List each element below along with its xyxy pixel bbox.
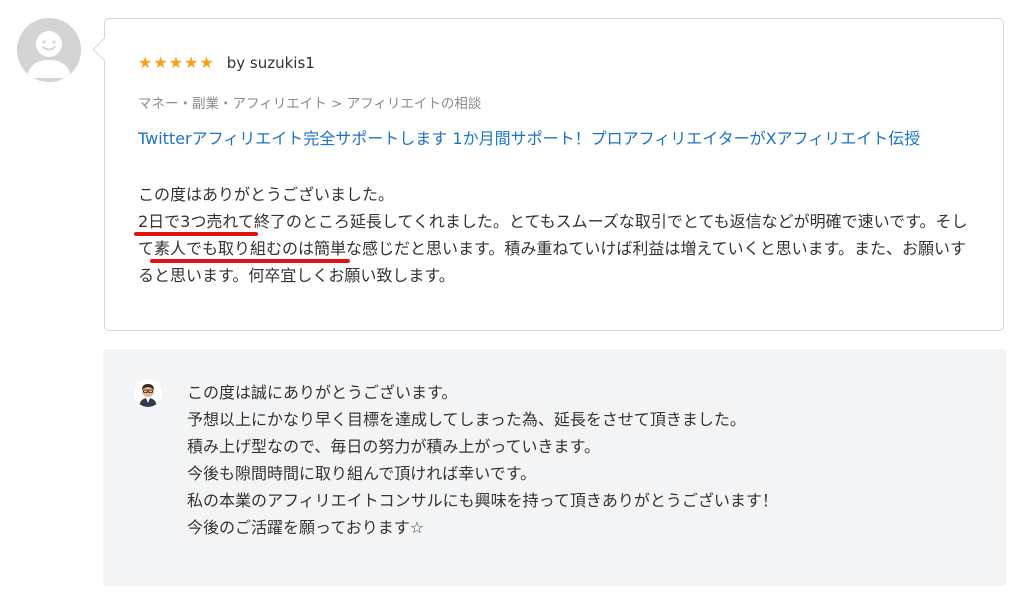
rating-row: ★ ★ ★ ★ ★ by suzukis1 [138,53,315,73]
reply-line: 積み上げ型なので、毎日の努力が積み上がっていきます。 [187,437,600,456]
seller-avatar[interactable] [134,379,162,407]
reply-line: 今後も隙間時間に取り組んで頂ければ幸いです。 [187,464,537,483]
reply-line: 私の本業のアフィリエイトコンサルにも興味を持って頂きありがとうございます！ [187,491,778,510]
highlight-phrase-1: 2日で3つ売れて [134,212,258,236]
review-line-1: この度はありがとうございました。 [138,185,395,204]
review-text: この度はありがとうございました。 2日で3つ売れて 終了のところ延長してくれました… [134,181,978,289]
reviewer-avatar[interactable] [17,18,81,82]
seller-reply: この度は誠にありがとうございます。 予想以上にかなり早く目標を達成してしまった為… [103,349,1006,586]
reply-text: この度は誠にありがとうございます。 予想以上にかなり早く目標を達成してしまった為… [187,379,967,541]
card-tail [92,37,117,62]
star-icon: ★ [199,53,214,72]
reviewer-name[interactable]: by suzukis1 [227,54,315,72]
breadcrumb[interactable]: マネー・副業・アフィリエイト > アフィリエイトの相談 [138,92,481,112]
red-underline [134,232,258,236]
reply-line: 今後のご活躍を願っております☆ [187,518,425,537]
star-icon: ★ [138,53,153,72]
review-page: ★ ★ ★ ★ ★ by suzukis1 マネー・副業・アフィリエイト > アフィリエ… [0,0,1024,601]
red-underline [150,259,351,263]
default-user-avatar-icon [17,18,81,82]
reply-line: 予想以上にかなり早く目標を達成してしまった為、延長をさせて頂きました。 [187,410,746,429]
service-title-link[interactable]: Twitterアフィリエイト完全サポートします 1か月間サポート！プロアフィリエ… [138,125,973,152]
review-paragraph-2: 2日で3つ売れて 終了のところ延長してくれました。とてもスムーズな取引でとても返信… [134,208,978,289]
star-icon: ★ [184,53,199,72]
review-card: ★ ★ ★ ★ ★ by suzukis1 マネー・副業・アフィリエイト > アフィリエ… [92,18,1004,331]
highlight-phrase-2: 素人でも取り組むのは簡単 [150,239,351,263]
seller-avatar-icon [134,379,162,407]
reply-line: この度は誠にありがとうございます。 [187,383,458,402]
star-icon: ★ [168,53,184,72]
star-rating: ★ ★ ★ ★ ★ [138,54,214,72]
star-icon: ★ [153,53,168,72]
